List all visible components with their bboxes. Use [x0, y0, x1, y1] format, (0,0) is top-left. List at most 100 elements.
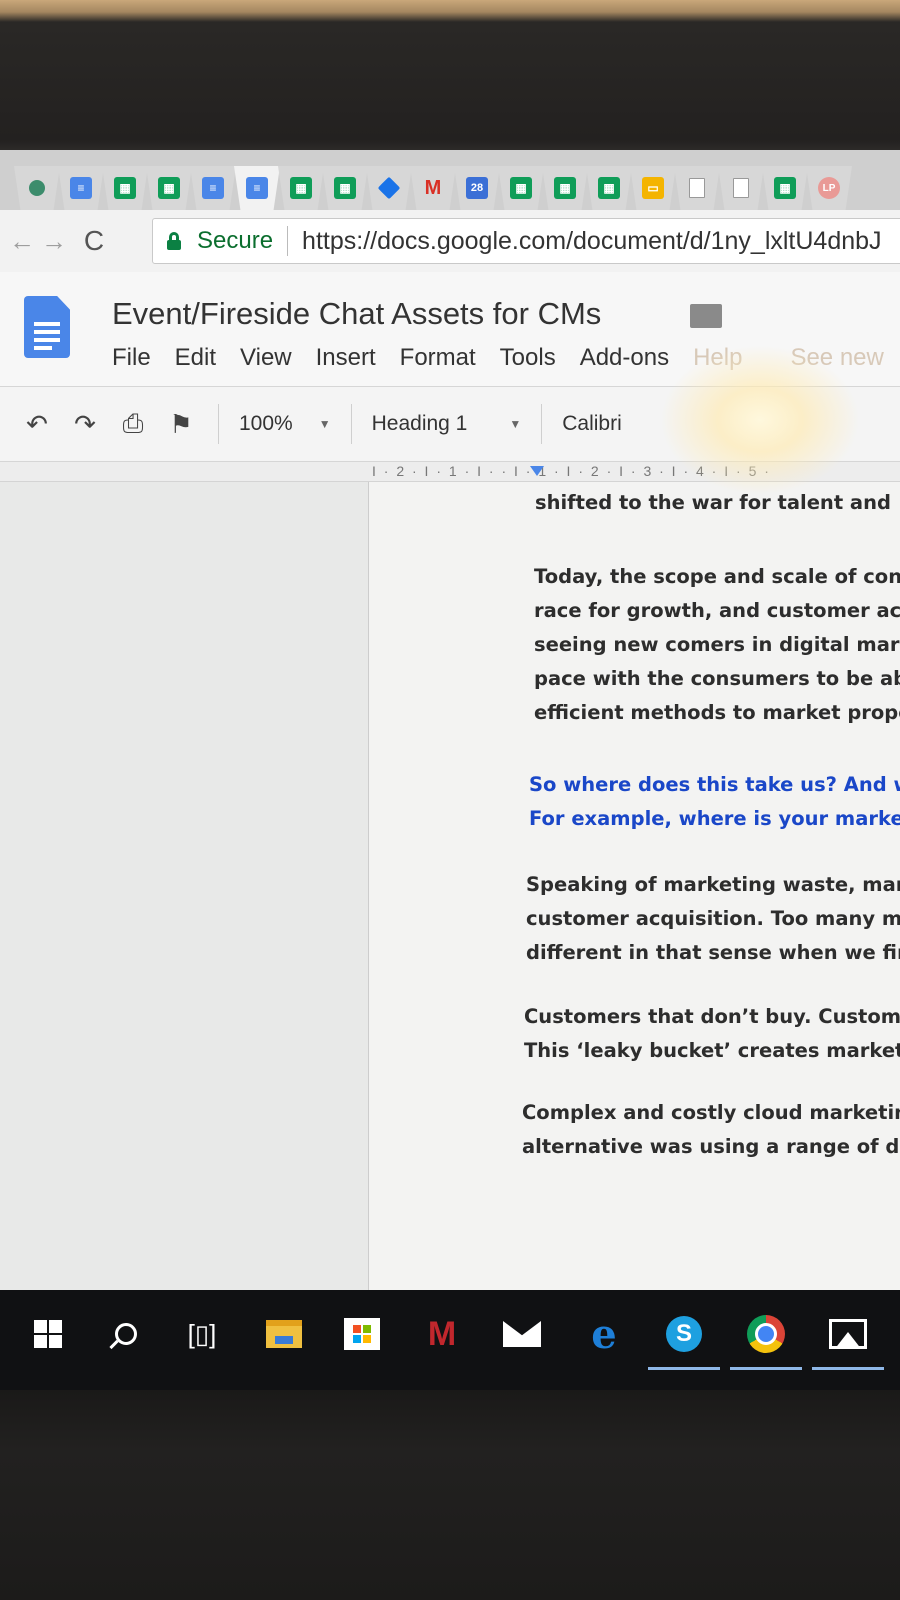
paragraph-2[interactable]: Today, the scope and scale of con race f…	[534, 560, 900, 730]
zoom-value: 100%	[239, 412, 293, 435]
menu-tools[interactable]: Tools	[500, 344, 556, 372]
tab-17[interactable]	[718, 166, 764, 210]
forward-icon[interactable]: →	[38, 226, 70, 257]
tab-16[interactable]	[674, 166, 720, 210]
paragraph-line: efficient methods to market prope	[534, 701, 900, 724]
toolbar-divider	[350, 404, 352, 444]
chevron-down-icon: ▼	[509, 417, 522, 431]
secure-label: Secure	[197, 227, 274, 254]
paragraph-1[interactable]: shifted to the war for talent and	[535, 486, 900, 520]
chrome-icon[interactable]	[730, 1312, 802, 1370]
task-view-icon[interactable]: [▯]	[180, 1312, 224, 1356]
document-canvas: shifted to the war for talent and Today,…	[0, 482, 900, 1290]
circle-icon	[29, 180, 45, 196]
tab-11[interactable]: 28	[454, 166, 500, 210]
skype-icon[interactable]: S	[648, 1312, 720, 1370]
paragraph-line: So where does this take us? And w	[529, 773, 900, 796]
url-text[interactable]: https://docs.google.com/document/d/1ny_l…	[302, 227, 882, 256]
undo-icon[interactable]: ↶	[20, 409, 54, 440]
back-icon[interactable]: ←	[6, 226, 38, 257]
tab-1[interactable]	[14, 166, 60, 210]
tab-5[interactable]: ≡	[190, 166, 236, 210]
blank-page-icon	[733, 178, 749, 198]
edge-icon[interactable]: e	[582, 1311, 626, 1358]
browser-toolbar: ← → C Secure https://docs.google.com/doc…	[0, 210, 900, 272]
tab-12[interactable]: ▦	[498, 166, 544, 210]
font-value: Calibri	[562, 412, 622, 435]
sheets-icon: ▦	[598, 177, 620, 199]
windows-taskbar: [▯] M e S	[0, 1290, 900, 1390]
file-explorer-icon[interactable]	[262, 1312, 306, 1356]
menu-help[interactable]: Help	[693, 344, 742, 372]
monitor-bezel-bottom	[0, 1390, 900, 1600]
menu-format[interactable]: Format	[400, 344, 476, 372]
zoom-select[interactable]: 100% ▼	[239, 412, 331, 436]
menu-file[interactable]: File	[112, 344, 151, 372]
paragraph-line: For example, where is your market	[529, 807, 900, 830]
tab-14[interactable]: ▦	[586, 166, 632, 210]
windows-start-icon[interactable]	[26, 1312, 70, 1356]
tab-2[interactable]: ≡	[58, 166, 104, 210]
document-title[interactable]: Event/Fireside Chat Assets for CMs	[112, 296, 601, 332]
paragraph-line: This ‘leaky bucket’ creates marketin	[524, 1039, 900, 1062]
tab-7[interactable]: ▦	[278, 166, 324, 210]
sheets-icon: ▦	[290, 177, 312, 199]
docs-icon: ≡	[202, 177, 224, 199]
tab-19[interactable]: LP	[806, 166, 852, 210]
paragraph-3-highlighted[interactable]: So where does this take us? And w For ex…	[529, 768, 900, 836]
browser-tab-strip: ≡ ▦ ▦ ≡ ≡ ▦ ▦ M 28 ▦ ▦ ▦ ▭ ▦ LP	[0, 150, 900, 210]
paragraph-4[interactable]: Speaking of marketing waste, man custome…	[526, 868, 900, 970]
photos-icon[interactable]	[812, 1312, 884, 1370]
address-bar[interactable]: Secure https://docs.google.com/document/…	[152, 218, 900, 264]
tab-18[interactable]: ▦	[762, 166, 808, 210]
google-docs-logo-icon[interactable]	[24, 296, 70, 358]
menu-view[interactable]: View	[240, 344, 292, 372]
paragraph-line: different in that sense when we firs	[526, 941, 900, 964]
ruler-ticks: I · 2 · I · 1 · I · · I · 1 · I · 2 · I …	[372, 463, 771, 479]
slides-icon: ▭	[642, 177, 664, 199]
horizontal-ruler[interactable]: I · 2 · I · 1 · I · · I · 1 · I · 2 · I …	[0, 462, 900, 482]
style-select[interactable]: Heading 1 ▼	[372, 412, 522, 436]
tab-6-active[interactable]: ≡	[234, 166, 280, 210]
tab-4[interactable]: ▦	[146, 166, 192, 210]
paragraph-5[interactable]: Customers that don’t buy. Custome This ‘…	[524, 1000, 900, 1068]
paragraph-line: Customers that don’t buy. Custome	[524, 1005, 900, 1028]
tab-8[interactable]: ▦	[322, 166, 368, 210]
sheets-icon: ▦	[114, 177, 136, 199]
docs-icon: ≡	[70, 177, 92, 199]
tab-9[interactable]	[366, 166, 412, 210]
redo-icon[interactable]: ↷	[68, 409, 102, 440]
sheets-icon: ▦	[510, 177, 532, 199]
menu-add-ons[interactable]: Add-ons	[580, 344, 669, 372]
indent-marker-icon[interactable]	[530, 466, 544, 476]
reload-icon[interactable]: C	[78, 225, 110, 257]
search-icon[interactable]	[104, 1312, 148, 1356]
sheets-icon: ▦	[774, 177, 796, 199]
see-new-changes-link[interactable]: See new	[790, 344, 883, 372]
toolbar-divider	[541, 404, 543, 444]
tab-13[interactable]: ▦	[542, 166, 588, 210]
paint-format-icon[interactable]: ⚑	[164, 409, 198, 440]
menu-edit[interactable]: Edit	[175, 344, 216, 372]
toolbar-divider	[218, 404, 219, 444]
font-select[interactable]: Calibri	[562, 412, 622, 436]
paragraph-line: pace with the consumers to be ab	[534, 667, 900, 690]
document-page[interactable]: shifted to the war for talent and Today,…	[368, 482, 900, 1290]
tab-15[interactable]: ▭	[630, 166, 676, 210]
paragraph-line: Complex and costly cloud marketing	[522, 1101, 900, 1124]
paragraph-6[interactable]: Complex and costly cloud marketing alter…	[522, 1096, 900, 1164]
mail-icon[interactable]	[500, 1312, 544, 1356]
print-icon[interactable]: ⎙	[116, 408, 150, 440]
tab-3[interactable]: ▦	[102, 166, 148, 210]
paragraph-line: race for growth, and customer acc	[534, 599, 900, 622]
lock-icon	[167, 232, 181, 250]
tab-10[interactable]: M	[410, 166, 456, 210]
menu-bar: File Edit View Insert Format Tools Add-o…	[112, 344, 900, 372]
folder-icon[interactable]	[690, 304, 722, 328]
mcafee-icon[interactable]: M	[420, 1312, 464, 1356]
chevron-down-icon: ▼	[318, 417, 331, 431]
gmail-icon: M	[424, 176, 442, 199]
screen: ≡ ▦ ▦ ≡ ≡ ▦ ▦ M 28 ▦ ▦ ▦ ▭ ▦ LP ← → C Se…	[0, 150, 900, 1390]
menu-insert[interactable]: Insert	[316, 344, 376, 372]
store-icon[interactable]	[340, 1312, 384, 1356]
